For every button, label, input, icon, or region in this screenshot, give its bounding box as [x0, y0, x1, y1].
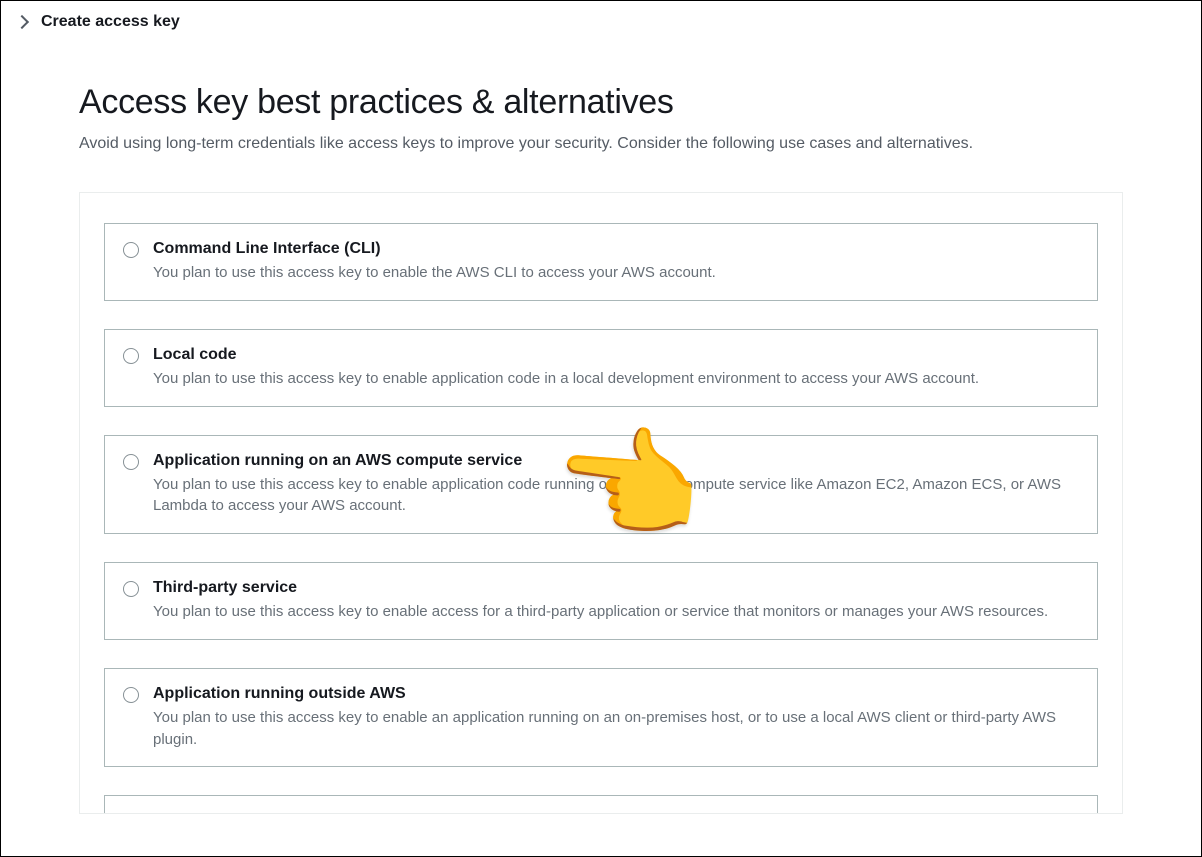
option-desc: You plan to use this access key to enabl…	[153, 707, 1079, 751]
option-title: Application running outside AWS	[153, 685, 1079, 703]
option-local-code[interactable]: Local code You plan to use this access k…	[104, 329, 1098, 407]
option-desc: You plan to use this access key to enabl…	[153, 262, 1079, 284]
option-outside-aws[interactable]: Application running outside AWS You plan…	[104, 668, 1098, 768]
option-desc: You plan to use this access key to enabl…	[153, 368, 1079, 390]
option-desc: You plan to use this access key to enabl…	[153, 474, 1079, 518]
option-body: Local code You plan to use this access k…	[153, 346, 1079, 390]
page-subtitle: Avoid using long-term credentials like a…	[79, 132, 1123, 156]
option-title: Application running on an AWS compute se…	[153, 452, 1079, 470]
options-panel: Command Line Interface (CLI) You plan to…	[79, 192, 1123, 814]
option-body: Third-party service You plan to use this…	[153, 579, 1079, 623]
option-body: Command Line Interface (CLI) You plan to…	[153, 240, 1079, 284]
option-body: Application running on an AWS compute se…	[153, 452, 1079, 518]
page-title: Access key best practices & alternatives	[79, 83, 1123, 122]
breadcrumb: Create access key	[1, 1, 1201, 43]
radio-icon[interactable]	[123, 348, 139, 364]
option-body: Application running outside AWS You plan…	[153, 685, 1079, 751]
option-desc: You plan to use this access key to enabl…	[153, 601, 1079, 623]
option-title: Command Line Interface (CLI)	[153, 240, 1079, 258]
option-aws-compute-service[interactable]: Application running on an AWS compute se…	[104, 435, 1098, 535]
breadcrumb-create-access-key[interactable]: Create access key	[41, 13, 180, 31]
option-other-partial[interactable]	[104, 795, 1098, 813]
option-title: Third-party service	[153, 579, 1079, 597]
main-content: Access key best practices & alternatives…	[1, 43, 1201, 814]
option-third-party-service[interactable]: Third-party service You plan to use this…	[104, 562, 1098, 640]
option-cli[interactable]: Command Line Interface (CLI) You plan to…	[104, 223, 1098, 301]
radio-icon[interactable]	[123, 454, 139, 470]
radio-icon[interactable]	[123, 687, 139, 703]
option-title: Local code	[153, 346, 1079, 364]
radio-icon[interactable]	[123, 242, 139, 258]
chevron-right-icon	[15, 15, 29, 29]
radio-icon[interactable]	[123, 581, 139, 597]
